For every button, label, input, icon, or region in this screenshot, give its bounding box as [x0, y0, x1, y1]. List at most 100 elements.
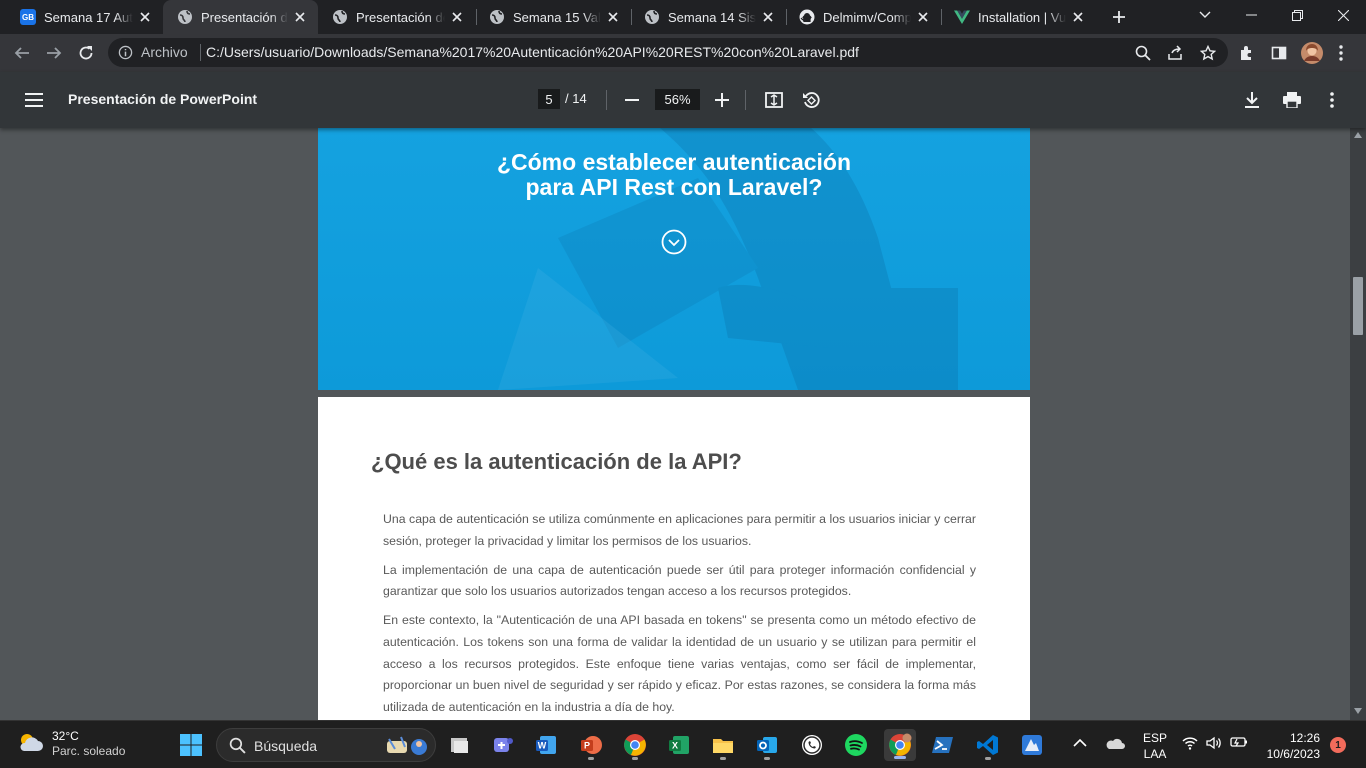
tab-title: Semana 17 Autenticación	[44, 9, 133, 25]
running-indicator	[985, 757, 991, 760]
vertical-scrollbar[interactable]	[1350, 128, 1366, 720]
tab-presentacion-2[interactable]: Presentación de PowerPoint	[318, 0, 475, 34]
widgets-icon[interactable]	[444, 729, 476, 761]
extensions-puzzle-icon[interactable]	[1232, 38, 1262, 68]
svg-text:X: X	[672, 741, 678, 751]
bookmark-star-icon[interactable]	[1193, 38, 1223, 68]
site-info-chip[interactable]: Archivo	[118, 44, 188, 60]
browser-menu-icon[interactable]	[1326, 38, 1356, 68]
address-bar[interactable]: Archivo C:/Users/usuario/Downloads/Seman…	[108, 38, 1228, 67]
clock[interactable]: 12:26 10/6/2023	[1262, 730, 1320, 762]
minimize-button[interactable]	[1228, 0, 1274, 30]
close-icon[interactable]	[292, 9, 308, 25]
partly-sunny-icon	[20, 734, 43, 751]
search-placeholder: Búsqueda	[254, 738, 318, 754]
wifi-icon[interactable]	[1182, 736, 1198, 753]
tab-semana-14[interactable]: Semana 14 Sistema	[631, 0, 786, 34]
scroll-up-arrow-icon[interactable]	[1354, 132, 1362, 138]
tab-title: Installation | Vue.js	[978, 9, 1066, 25]
scrollbar-thumb[interactable]	[1353, 277, 1363, 335]
paragraph: La implementación de una capa de autenti…	[383, 562, 976, 599]
chrome-profile-icon[interactable]	[884, 729, 916, 761]
browser-toolbar: Archivo C:/Users/usuario/Downloads/Seman…	[0, 34, 1366, 72]
reload-button[interactable]	[71, 38, 101, 68]
tab-semana-15[interactable]: Semana 15 Validaciones	[476, 0, 631, 34]
close-window-button[interactable]	[1320, 0, 1366, 30]
slide-title-line: ¿Cómo establecer autenticación	[496, 149, 852, 175]
back-button[interactable]	[7, 38, 37, 68]
print-icon[interactable]	[1278, 86, 1306, 114]
tab-vue[interactable]: Installation | Vue.js	[941, 0, 1096, 34]
teams-icon[interactable]	[487, 729, 519, 761]
rotate-icon[interactable]	[797, 86, 825, 114]
azure-icon[interactable]	[1016, 729, 1048, 761]
close-icon[interactable]	[605, 9, 621, 25]
zoom-level-input[interactable]: 56%	[655, 89, 700, 110]
tab-github[interactable]: Delmimv/Computación	[786, 0, 941, 34]
excel-icon[interactable]: X	[663, 729, 695, 761]
github-icon	[799, 9, 815, 25]
powershell-icon[interactable]	[927, 729, 959, 761]
forward-button[interactable]	[39, 38, 69, 68]
new-tab-button[interactable]	[1104, 2, 1134, 32]
profile-avatar[interactable]	[1297, 38, 1327, 68]
chrome-icon[interactable]	[619, 729, 651, 761]
tab-presentacion-active[interactable]: Presentación de PowerPoint	[163, 0, 318, 34]
more-options-icon[interactable]	[1318, 86, 1346, 114]
page-number-input[interactable]: 5	[538, 89, 560, 109]
slide-title-line: para API Rest con Laravel?	[525, 174, 823, 200]
keyboard-layout: LAA	[1143, 747, 1167, 761]
powerpoint-icon[interactable]: P	[575, 729, 607, 761]
weather-desc: Parc. soleado	[52, 744, 126, 758]
share-icon[interactable]	[1160, 38, 1190, 68]
pdf-page-slide: ¿Cómo establecer autenticación para API …	[318, 128, 1030, 390]
active-indicator	[894, 756, 906, 759]
outlook-icon[interactable]	[751, 729, 783, 761]
scroll-down-arrow-icon[interactable]	[1354, 708, 1362, 714]
clock-time: 12:26	[1289, 731, 1320, 745]
volume-icon[interactable]	[1206, 736, 1222, 753]
close-icon[interactable]	[915, 9, 931, 25]
url-text[interactable]: C:/Users/usuario/Downloads/Semana%2017%2…	[206, 44, 859, 60]
notification-badge[interactable]: 1	[1330, 737, 1346, 753]
whatsapp-icon[interactable]	[796, 729, 828, 761]
tab-title: Semana 15 Validaciones	[513, 9, 601, 25]
svg-text:W: W	[538, 741, 547, 751]
fit-to-page-icon[interactable]	[760, 86, 788, 114]
vscode-icon[interactable]	[972, 729, 1004, 761]
search-icon	[229, 737, 246, 754]
running-indicator	[588, 757, 594, 760]
close-icon[interactable]	[449, 9, 465, 25]
side-panel-icon[interactable]	[1264, 38, 1294, 68]
weather-widget[interactable]: 32°C Parc. soleado	[16, 729, 125, 759]
browser-tabstrip: GB Semana 17 Autenticación Presentación …	[0, 0, 1366, 34]
restore-button[interactable]	[1274, 0, 1320, 30]
close-icon[interactable]	[137, 9, 153, 25]
pdf-viewport[interactable]: ¿Cómo establecer autenticación para API …	[0, 128, 1366, 720]
hamburger-menu-icon[interactable]	[20, 86, 48, 114]
input-language[interactable]: ESP LAA	[1143, 730, 1167, 762]
start-button[interactable]	[175, 729, 207, 761]
word-icon[interactable]: W	[530, 729, 562, 761]
address-divider	[200, 44, 201, 61]
toolbar-divider	[745, 90, 746, 110]
pdf-page-content: ¿Qué es la autenticación de la API? Una …	[318, 397, 1030, 720]
onedrive-cloud-icon[interactable]	[1105, 737, 1125, 752]
close-icon[interactable]	[1070, 9, 1086, 25]
windows-taskbar: 32°C Parc. soleado Búsqueda W P X ESP LA…	[0, 720, 1366, 768]
close-icon[interactable]	[760, 9, 776, 25]
tab-search-button[interactable]	[1182, 0, 1228, 30]
download-icon[interactable]	[1238, 86, 1266, 114]
running-indicator	[720, 757, 726, 760]
taskbar-search-input[interactable]: Búsqueda	[216, 728, 436, 762]
spotify-icon[interactable]	[840, 729, 872, 761]
zoom-out-button[interactable]	[618, 86, 646, 114]
zoom-in-button[interactable]	[708, 86, 736, 114]
file-explorer-icon[interactable]	[707, 729, 739, 761]
svg-text:P: P	[584, 741, 590, 751]
page-total: / 14	[565, 91, 587, 106]
battery-icon[interactable]	[1230, 736, 1248, 751]
zoom-search-icon[interactable]	[1128, 38, 1158, 68]
tab-semana-17[interactable]: GB Semana 17 Autenticación	[0, 0, 163, 34]
show-hidden-icons-icon[interactable]	[1073, 737, 1087, 751]
